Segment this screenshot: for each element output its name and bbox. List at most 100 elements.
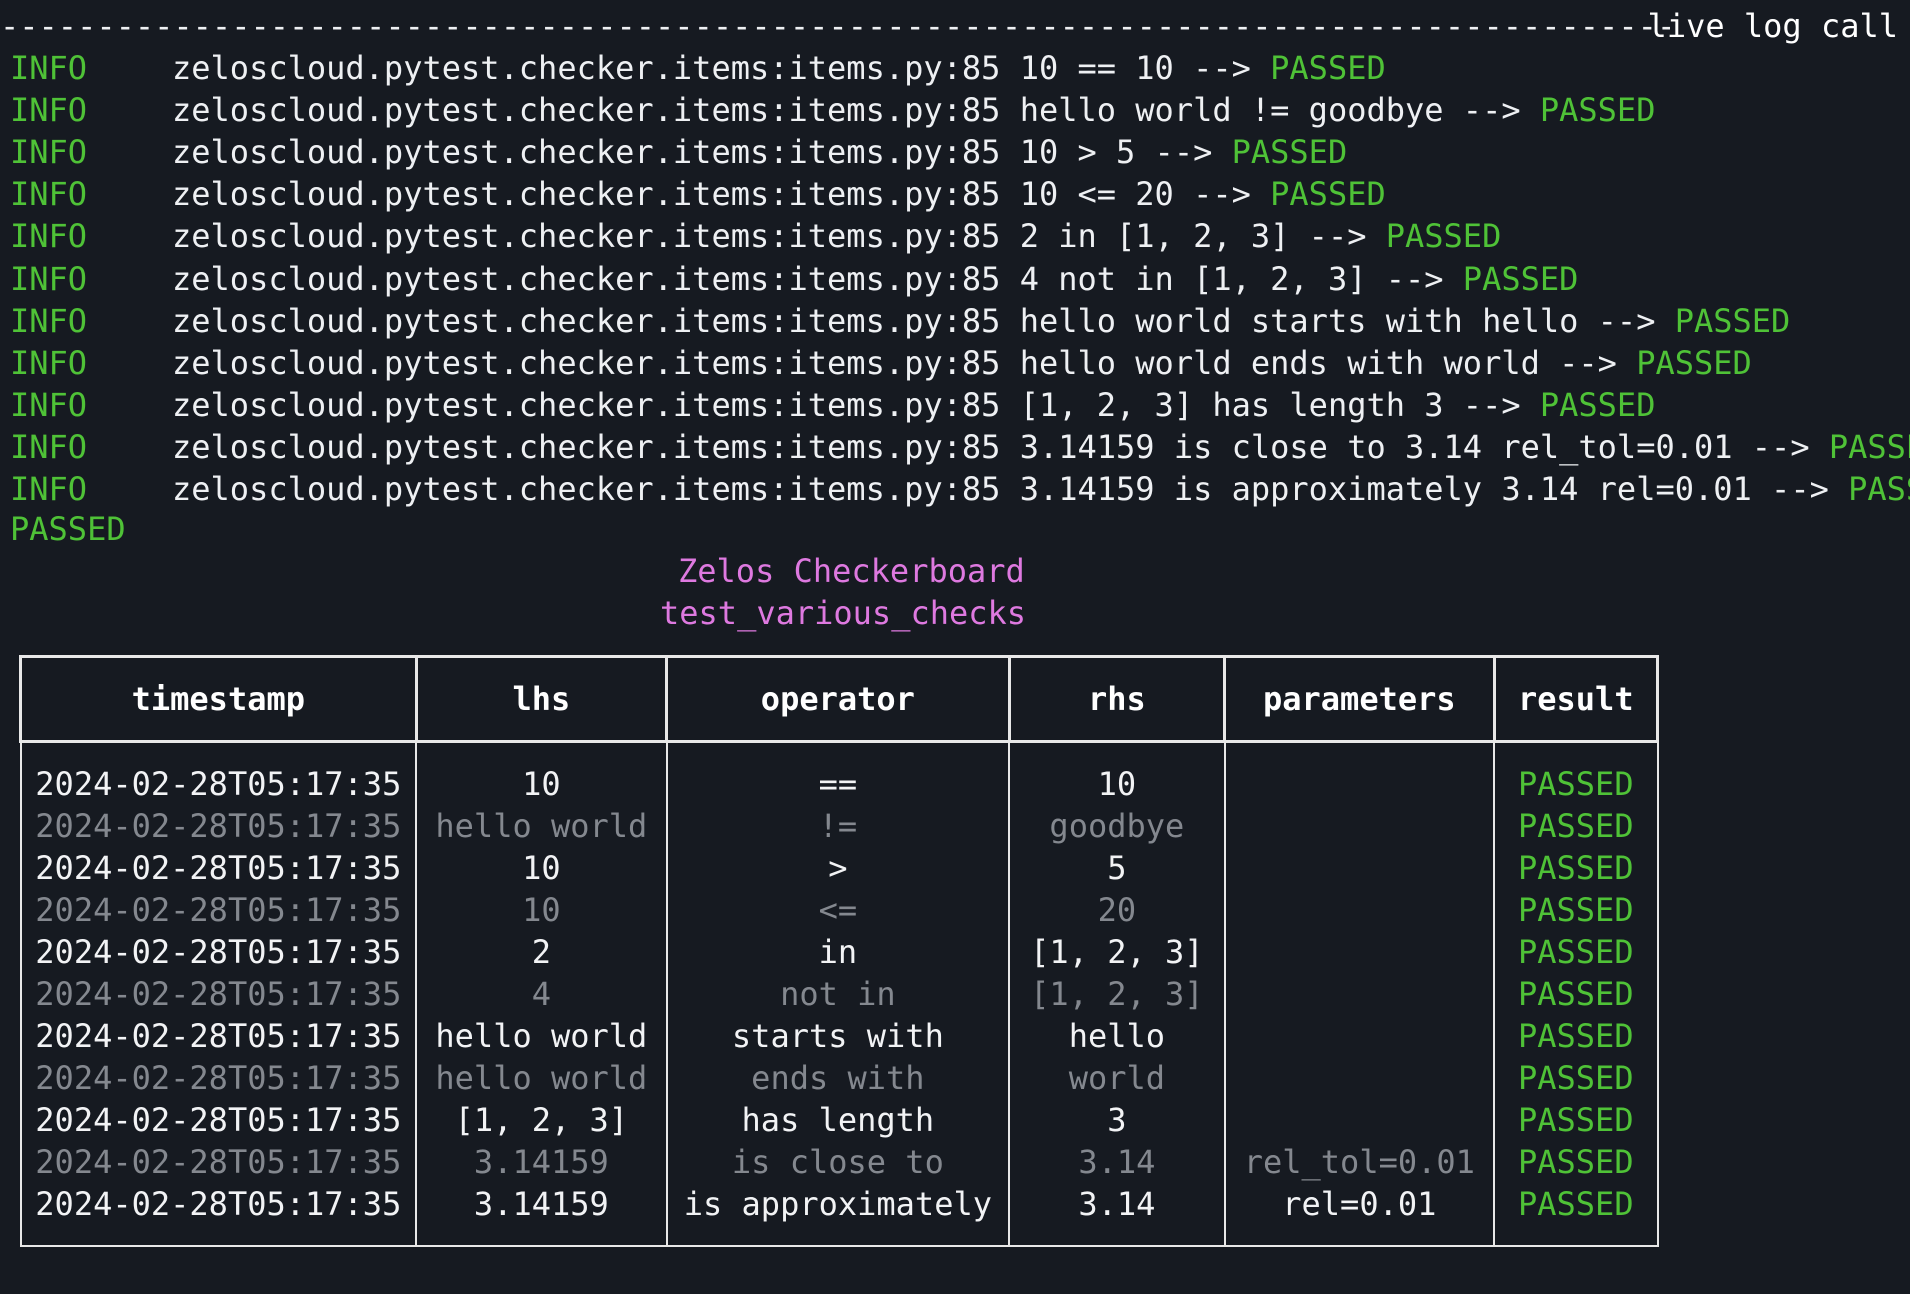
cell-operator: != bbox=[665, 805, 1011, 847]
log-source: zeloscloud.pytest.checker.items:items.py… bbox=[172, 175, 1001, 214]
cell-rhs: hello bbox=[1008, 1015, 1226, 1057]
cell-result: PASSED bbox=[1493, 1141, 1659, 1183]
cell-rhs: 10 bbox=[1008, 763, 1226, 805]
log-status: PASSED bbox=[1385, 217, 1502, 256]
board-title: Zelos Checkerboard bbox=[678, 552, 1025, 590]
checkerboard-table: timestamp lhs operator rhs parameters re… bbox=[19, 655, 1660, 1247]
log-message: zeloscloud.pytest.checker.items:items.py… bbox=[172, 89, 1655, 131]
log-source: zeloscloud.pytest.checker.items:items.py… bbox=[172, 301, 1001, 340]
column-header-parameters: parameters bbox=[1223, 655, 1496, 743]
cell-operator: > bbox=[665, 847, 1011, 889]
log-source: zeloscloud.pytest.checker.items:items.py… bbox=[172, 49, 1001, 87]
log-level: INFO bbox=[10, 301, 88, 340]
cell-parameters bbox=[1223, 763, 1496, 805]
table-row: 2024-02-28T05:17:35 3.14159 is close to 3.1… bbox=[19, 1141, 1659, 1183]
table-row: 2024-02-28T05:17:35 10 == 10 PASSED bbox=[19, 763, 1659, 805]
overall-status: PASSED bbox=[10, 510, 126, 548]
cell-operator: == bbox=[665, 763, 1011, 805]
cell-rhs: 20 bbox=[1008, 889, 1226, 931]
cell-timestamp: 2024-02-28T05:17:35 bbox=[19, 1057, 418, 1099]
spacer-cell bbox=[415, 1225, 668, 1246]
cell-result: PASSED bbox=[1493, 763, 1659, 805]
cell-lhs: 10 bbox=[415, 847, 668, 889]
table-spacer-row bbox=[19, 741, 1659, 763]
cell-result: PASSED bbox=[1493, 1099, 1659, 1141]
log-source: zeloscloud.pytest.checker.items:items.py… bbox=[172, 91, 1001, 130]
log-level: INFO bbox=[10, 343, 88, 382]
cell-timestamp: 2024-02-28T05:17:35 bbox=[19, 805, 418, 847]
cell-lhs: hello world bbox=[415, 1015, 668, 1057]
spacer-cell bbox=[415, 741, 668, 763]
spacer-cell bbox=[1493, 1225, 1659, 1246]
spacer-cell bbox=[1008, 1225, 1226, 1246]
cell-timestamp: 2024-02-28T05:17:35 bbox=[19, 1099, 418, 1141]
log-check-text: hello world != goodbye --> bbox=[1019, 91, 1540, 130]
log-level: INFO bbox=[10, 49, 88, 87]
cell-rhs: 3 bbox=[1008, 1099, 1226, 1141]
log-status: PASSED bbox=[1270, 175, 1386, 214]
table-row: 2024-02-28T05:17:35 hello world starts wit… bbox=[19, 1015, 1659, 1057]
table-row: 2024-02-28T05:17:35 [1, 2, 3] has length 3 P… bbox=[19, 1099, 1659, 1141]
log-check-text: 10 > 5 --> bbox=[1019, 133, 1232, 172]
cell-lhs: 10 bbox=[415, 763, 668, 805]
cell-lhs: 10 bbox=[415, 889, 668, 931]
log-source: zeloscloud.pytest.checker.items:items.py… bbox=[172, 343, 1001, 382]
cell-timestamp: 2024-02-28T05:17:35 bbox=[19, 1141, 418, 1183]
log-level: INFO bbox=[10, 470, 88, 508]
log-check-text: hello world ends with world --> bbox=[1019, 343, 1637, 382]
cell-parameters bbox=[1223, 805, 1496, 847]
cell-timestamp: 2024-02-28T05:17:35 bbox=[19, 1015, 418, 1057]
log-level: INFO bbox=[10, 427, 88, 466]
log-check-text: 10 == 10 --> bbox=[1019, 49, 1271, 87]
spacer-cell bbox=[1008, 741, 1226, 763]
cell-parameters bbox=[1223, 1057, 1496, 1099]
cell-timestamp: 2024-02-28T05:17:35 bbox=[19, 889, 418, 931]
log-source: zeloscloud.pytest.checker.items:items.py… bbox=[172, 217, 1001, 256]
cell-result: PASSED bbox=[1493, 1057, 1659, 1099]
log-message: zeloscloud.pytest.checker.items:items.py… bbox=[172, 342, 1752, 384]
log-status: PASSED bbox=[1231, 133, 1348, 172]
cell-result: PASSED bbox=[1493, 847, 1659, 889]
log-check-text: 10 <= 20 --> bbox=[1019, 175, 1271, 214]
header-divider: ----------------------------------------… bbox=[0, 7, 1670, 45]
column-header-lhs: lhs bbox=[414, 655, 669, 743]
cell-parameters bbox=[1223, 1099, 1496, 1141]
table-row: 2024-02-28T05:17:35 3.14159 is approximate… bbox=[19, 1183, 1659, 1225]
log-check-text: 4 not in [1, 2, 3] --> bbox=[1019, 259, 1463, 298]
log-level: INFO bbox=[10, 259, 88, 298]
log-message: zeloscloud.pytest.checker.items:items.py… bbox=[172, 215, 1501, 257]
cell-timestamp: 2024-02-28T05:17:35 bbox=[19, 1183, 418, 1225]
log-message: zeloscloud.pytest.checker.items:items.py… bbox=[172, 300, 1790, 342]
log-check-text: 2 in [1, 2, 3] --> bbox=[1019, 217, 1386, 256]
cell-result: PASSED bbox=[1493, 931, 1659, 973]
table-row: 2024-02-28T05:17:35 10 >5 PASSED bbox=[19, 847, 1659, 889]
table-row: 2024-02-28T05:17:35 10 <= 20 PASSED bbox=[19, 889, 1659, 931]
cell-rhs: [1, 2, 3] bbox=[1008, 973, 1226, 1015]
log-check-text: 3.14159 is close to 3.14 rel_tol=0.01 --… bbox=[1019, 427, 1829, 466]
cell-operator: in bbox=[665, 931, 1011, 973]
spacer-cell bbox=[1223, 741, 1496, 763]
log-message: zeloscloud.pytest.checker.items:items.py… bbox=[172, 258, 1578, 300]
log-source: zeloscloud.pytest.checker.items:items.py… bbox=[172, 259, 1001, 298]
log-status: PASSED bbox=[1270, 49, 1386, 87]
column-header-result: result bbox=[1492, 655, 1660, 743]
log-check-text: hello world starts with hello --> bbox=[1019, 301, 1675, 340]
cell-lhs: hello world bbox=[415, 1057, 668, 1099]
table-row: 2024-02-28T05:17:35 2 in [1, 2, 3] PASSED bbox=[19, 931, 1659, 973]
table-spacer-row bbox=[19, 1225, 1659, 1246]
log-level: INFO bbox=[10, 385, 88, 424]
cell-parameters: rel_tol=0.01 bbox=[1223, 1141, 1496, 1183]
cell-parameters: rel=0.01 bbox=[1223, 1183, 1496, 1225]
live-log-label: live log call bbox=[1647, 7, 1898, 45]
cell-lhs: 4 bbox=[415, 973, 668, 1015]
cell-rhs: world bbox=[1008, 1057, 1226, 1099]
cell-lhs: 3.14159 bbox=[415, 1183, 668, 1225]
log-check-text: 3.14159 is approximately 3.14 rel=0.01 -… bbox=[1019, 470, 1849, 508]
log-message: zeloscloud.pytest.checker.items:items.py… bbox=[172, 468, 1910, 510]
cell-rhs: 3.14 bbox=[1008, 1183, 1226, 1225]
log-level: INFO bbox=[10, 91, 88, 130]
cell-result: PASSED bbox=[1493, 805, 1659, 847]
log-status: PASSED bbox=[1674, 301, 1791, 340]
column-header-rhs: rhs bbox=[1007, 655, 1227, 743]
log-level: INFO bbox=[10, 175, 88, 214]
